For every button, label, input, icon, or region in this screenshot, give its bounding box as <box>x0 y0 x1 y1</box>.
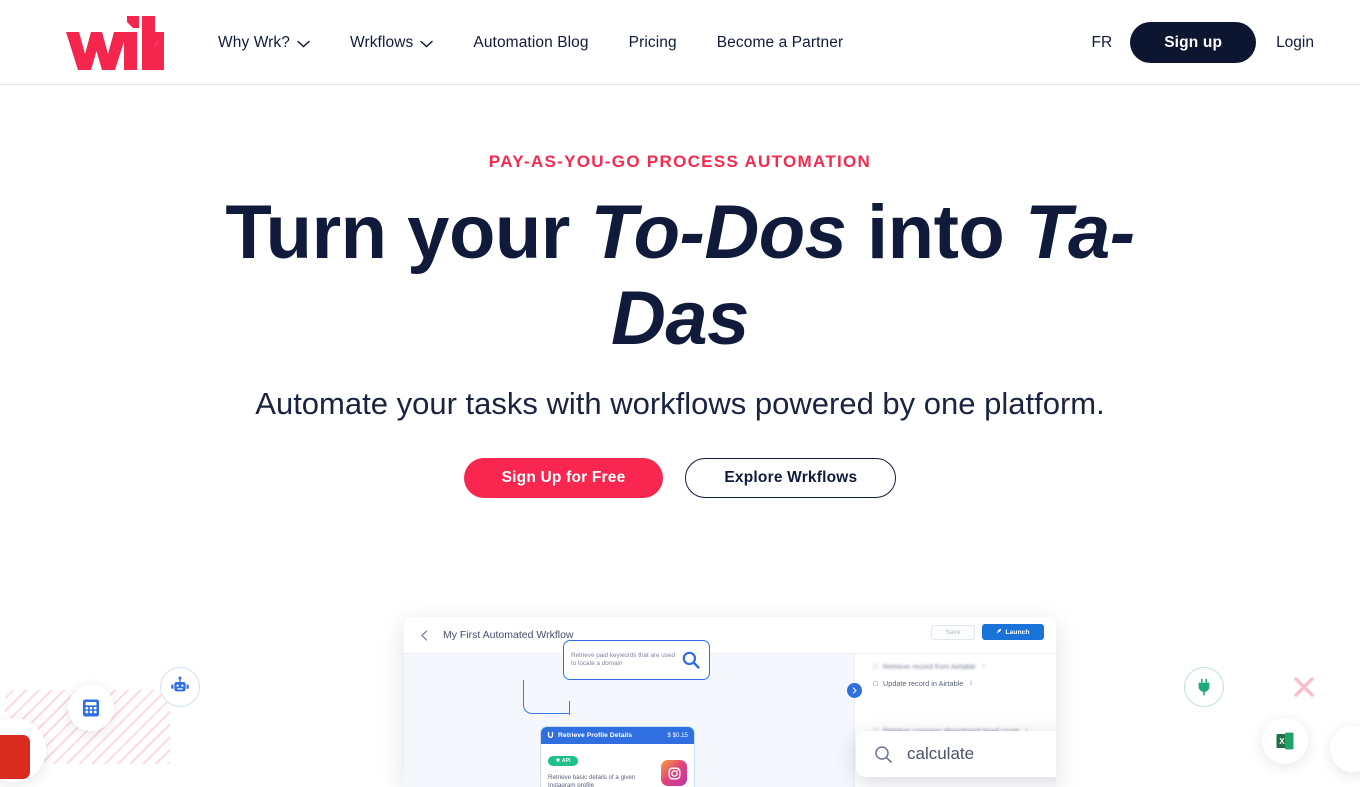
nav-item-become-a-partner[interactable]: Become a Partner <box>717 34 844 52</box>
u-logo-icon <box>547 731 554 740</box>
nav-item-label: Wrkflows <box>350 33 414 51</box>
excel-icon: X <box>1276 732 1294 750</box>
nav-item-label: Pricing <box>628 33 677 51</box>
hero-section: PAY-AS-YOU-GO PROCESS AUTOMATION Turn yo… <box>0 85 1360 498</box>
wrkflow-node-body: API Retrieve basic details of a given In… <box>541 744 694 787</box>
wrkflow-editor-toolbar: My First Automated Wrkflow Save Launch <box>404 617 1056 654</box>
nav-item-pricing[interactable]: Pricing <box>629 34 677 52</box>
pdf-icon <box>0 735 30 779</box>
excel-icon-bubble: X <box>1262 718 1308 764</box>
hero-eyebrow: PAY-AS-YOU-GO PROCESS AUTOMATION <box>488 152 872 171</box>
wrkflow-node-price: $ $0.15 <box>667 732 688 739</box>
sign-up-for-free-button[interactable]: Sign Up for Free <box>463 458 664 498</box>
nav-item-why-wrk[interactable]: Why Wrk? <box>218 34 310 52</box>
chevron-down-icon <box>297 40 310 48</box>
nav-item-label: Why Wrk? <box>218 33 290 51</box>
launch-button[interactable]: Launch <box>982 624 1044 640</box>
task-label: Update record in Airtable <box>883 679 964 688</box>
product-screenshot: My First Automated Wrkflow Save Launch R… <box>404 617 1056 787</box>
wrkflow-title: My First Automated Wrkflow <box>443 629 574 641</box>
wrkflow-canvas-area: Retrieve paid keywords that are used to … <box>404 640 1056 787</box>
chevron-down-icon <box>420 40 434 48</box>
hero-subheadline: Automate your tasks with workflows power… <box>255 386 1105 421</box>
wrkflow-node-header: Retrieve Profile Details $ $0.15 <box>541 727 694 744</box>
search-magnifier-icon <box>680 649 702 671</box>
headline-part-1: Turn your <box>225 190 591 275</box>
wrk-logo[interactable] <box>64 16 164 70</box>
download-icon: ⇩ <box>968 681 974 687</box>
partial-icon-bubble-right <box>1330 726 1360 772</box>
wrkflow-connector-line-2 <box>569 701 571 715</box>
hero-cta-row: Sign Up for Free Explore Wrkflows <box>0 458 1360 498</box>
headline-part-2: To-Dos <box>590 190 847 275</box>
login-link[interactable]: Login <box>1276 34 1314 52</box>
calculator-icon <box>83 699 99 717</box>
checkbox-icon <box>873 681 878 686</box>
wrkflow-node-card-description: Retrieve basic details of a given Instag… <box>548 774 636 787</box>
nav-item-label: Automation Blog <box>473 33 589 51</box>
wrkflow-canvas[interactable]: Retrieve paid keywords that are used to … <box>404 640 854 787</box>
chevron-right-icon[interactable] <box>847 683 862 698</box>
primary-nav-links: Why Wrk? Wrkflows Automation Blog Pricin… <box>218 0 843 85</box>
svg-text:X: X <box>1279 737 1285 746</box>
wrk-logo-icon <box>66 16 164 70</box>
signup-button[interactable]: Sign up <box>1130 22 1257 63</box>
task-list-item[interactable]: Retrieve record from Airtable ⇩ <box>855 658 1056 675</box>
download-icon: ⇩ <box>980 664 986 670</box>
top-navigation-bar: Why Wrk? Wrkflows Automation Blog Pricin… <box>0 0 1360 85</box>
task-list-item[interactable]: Update record in Airtable ⇩ <box>855 675 1056 692</box>
wrkflow-connector-line <box>523 680 570 714</box>
task-label: Retrieve record from Airtable <box>883 662 976 671</box>
robot-icon-bubble <box>160 667 200 707</box>
wrkflow-node-keywords[interactable]: Retrieve paid keywords that are used to … <box>563 640 710 680</box>
nav-item-automation-blog[interactable]: Automation Blog <box>473 34 588 52</box>
checkbox-icon <box>873 664 878 669</box>
save-button[interactable]: Save <box>931 624 975 640</box>
close-x-icon <box>1292 675 1316 699</box>
wrkflow-node-retrieve-profile-details[interactable]: Retrieve Profile Details $ $0.15 API Ret… <box>540 726 695 787</box>
plug-icon <box>1198 678 1210 696</box>
chevron-left-icon[interactable] <box>418 629 431 642</box>
headline-part-3: into <box>846 190 1025 275</box>
robot-icon <box>171 676 189 692</box>
shield-icon <box>556 758 560 764</box>
wrkflow-toolbar-actions: Save Launch <box>931 624 1044 640</box>
wrkflow-node-title: Retrieve Profile Details <box>558 732 633 739</box>
nav-right-actions: FR Sign up Login <box>1092 0 1314 85</box>
search-overlay[interactable]: calculate <box>856 731 1056 777</box>
rocket-icon <box>996 628 1002 636</box>
explore-wrkflows-button[interactable]: Explore Wrkflows <box>685 458 897 498</box>
search-input-value[interactable]: calculate <box>907 744 974 764</box>
nav-item-wrkflows[interactable]: Wrkflows <box>350 33 434 52</box>
wrkflow-node-description: Retrieve paid keywords that are used to … <box>571 652 675 667</box>
nav-item-label: Become a Partner <box>716 33 844 51</box>
calculator-icon-bubble <box>68 685 114 731</box>
api-badge-label: API <box>562 758 571 764</box>
language-switcher-fr[interactable]: FR <box>1092 34 1113 52</box>
api-badge: API <box>548 756 579 766</box>
search-icon <box>874 745 893 764</box>
hero-headline: Turn your To-Dos into Ta-Das <box>0 190 1360 362</box>
plug-icon-bubble <box>1184 667 1224 707</box>
launch-label: Launch <box>1005 628 1030 636</box>
